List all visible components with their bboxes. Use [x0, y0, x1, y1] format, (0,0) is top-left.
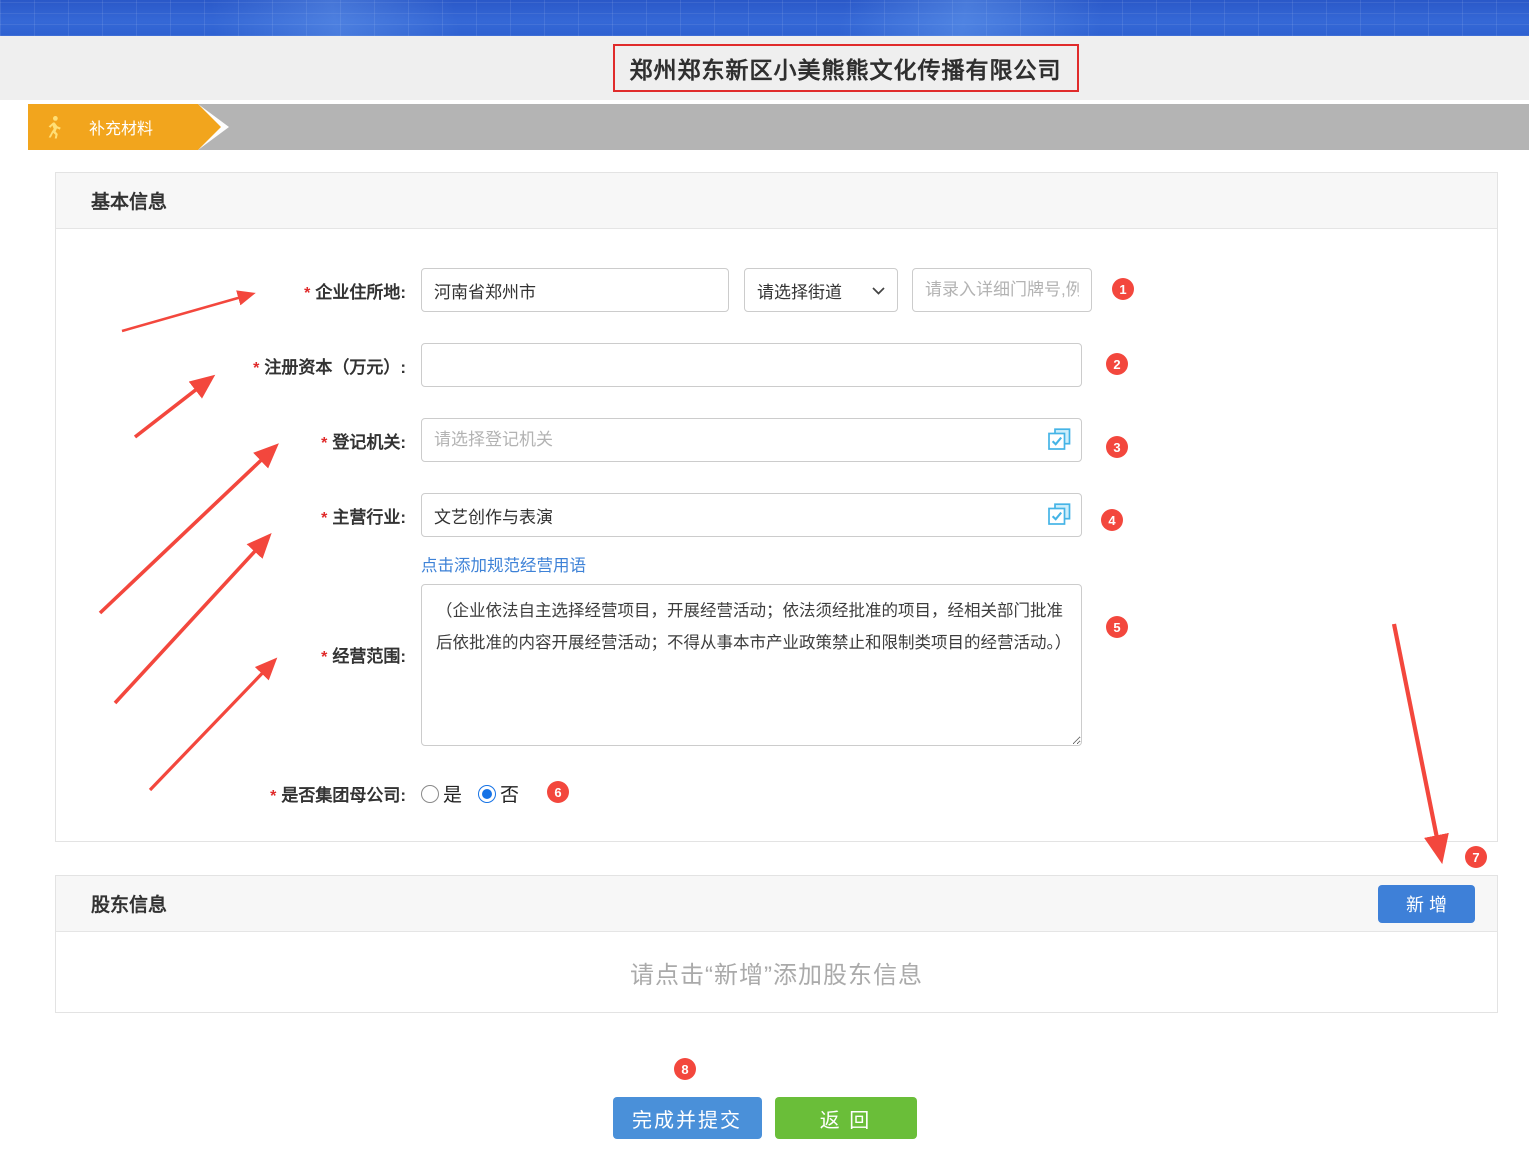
street-select-value: 请选择街道 [757, 278, 842, 303]
shareholder-empty-hint: 请点击“新增”添加股东信息 [56, 932, 1497, 1012]
tab-arrow-icon [198, 104, 221, 150]
required-asterisk: * [253, 360, 259, 377]
shareholder-title: 股东信息 [91, 890, 167, 917]
scope-textarea[interactable]: （企业依法自主选择经营项目，开展经营活动；依法须经批准的项目，经相关部门批准后依… [421, 584, 1082, 746]
address-label: *企业住所地: [56, 278, 421, 303]
shareholder-panel: 股东信息 新 增 请点击“新增”添加股东信息 [55, 875, 1498, 1013]
back-button[interactable]: 返 回 [775, 1097, 917, 1139]
shareholder-header: 股东信息 新 增 [56, 876, 1497, 932]
industry-label: *主营行业: [56, 503, 421, 528]
radio-no-icon[interactable] [478, 785, 496, 803]
top-blue-banner [0, 0, 1529, 36]
required-asterisk: * [321, 649, 327, 666]
required-asterisk: * [304, 285, 310, 302]
chevron-down-icon [872, 280, 885, 300]
registry-row: *登记机关: [56, 418, 1497, 462]
annotation-badge-8: 8 [674, 1058, 696, 1080]
required-asterisk: * [270, 788, 276, 805]
basic-info-panel: 基本信息 *企业住所地: 请选择街道 *注册资本（万元）: [55, 172, 1498, 842]
registry-input[interactable] [421, 418, 1082, 462]
industry-input[interactable] [421, 493, 1082, 537]
company-title: 郑州郑东新区小美熊熊文化传播有限公司 [613, 44, 1079, 92]
address-detail-input[interactable] [912, 268, 1092, 312]
basic-info-header: 基本信息 [56, 173, 1497, 229]
walking-person-icon [43, 115, 65, 139]
required-asterisk: * [321, 435, 327, 452]
add-standard-terms-link[interactable]: 点击添加规范经营用语 [421, 557, 586, 575]
radio-option-yes[interactable]: 是 [421, 780, 462, 807]
radio-yes-icon[interactable] [421, 785, 439, 803]
submit-button[interactable]: 完成并提交 [613, 1097, 762, 1139]
capital-label: *注册资本（万元）: [56, 353, 421, 378]
industry-row: *主营行业: [56, 493, 1497, 537]
group-parent-row: *是否集团母公司: 是 否 [56, 780, 1497, 807]
registry-picker-icon[interactable] [1047, 428, 1072, 451]
basic-info-form: *企业住所地: 请选择街道 *注册资本（万元）: [56, 229, 1497, 807]
radio-option-no[interactable]: 否 [478, 780, 519, 807]
tab-supplementary-materials[interactable]: 补充材料 [28, 104, 198, 150]
add-shareholder-button[interactable]: 新 增 [1378, 885, 1475, 923]
group-parent-label: *是否集团母公司: [56, 781, 421, 806]
page-header: 郑州郑东新区小美熊熊文化传播有限公司 [0, 36, 1529, 100]
annotation-badge-7: 7 [1465, 846, 1487, 868]
required-asterisk: * [321, 510, 327, 527]
action-bar: 完成并提交 返 回 [0, 1097, 1529, 1139]
address-row: *企业住所地: 请选择街道 [56, 268, 1497, 312]
street-select[interactable]: 请选择街道 [744, 268, 898, 312]
step-tabbar: 补充材料 [28, 104, 1529, 150]
tab-label: 补充材料 [89, 115, 153, 139]
capital-row: *注册资本（万元）: [56, 343, 1497, 387]
basic-info-title: 基本信息 [91, 187, 167, 214]
scope-label: *经营范围: [56, 584, 421, 667]
industry-picker-icon[interactable] [1047, 503, 1072, 526]
scope-link-row: 点击添加规范经营用语 [421, 552, 1497, 576]
address-region-input[interactable] [421, 268, 729, 312]
scope-row: *经营范围: （企业依法自主选择经营项目，开展经营活动；依法须经批准的项目，经相… [56, 584, 1497, 746]
capital-input[interactable] [421, 343, 1082, 387]
page: 郑州郑东新区小美熊熊文化传播有限公司 补充材料 基本信息 [0, 0, 1529, 1156]
registry-label: *登记机关: [56, 428, 421, 453]
